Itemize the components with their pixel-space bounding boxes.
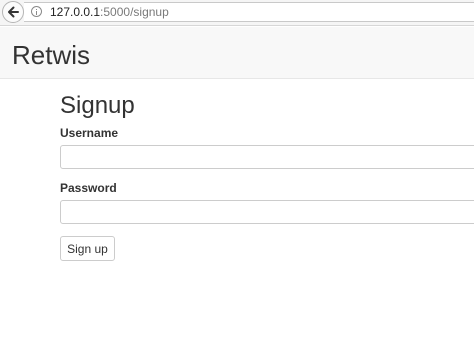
- username-label: Username: [60, 126, 119, 140]
- brand-link[interactable]: Retwis: [12, 40, 90, 70]
- arrow-left-icon: [8, 6, 19, 18]
- navbar: Retwis: [0, 27, 474, 79]
- info-icon[interactable]: [31, 6, 42, 17]
- password-field[interactable]: [60, 200, 474, 224]
- page-title: Signup: [60, 92, 135, 119]
- password-label: Password: [60, 181, 117, 195]
- sign-up-button[interactable]: Sign up: [60, 236, 115, 261]
- username-field[interactable]: [60, 145, 474, 169]
- url-host: 127.0.0.1: [50, 5, 101, 19]
- back-button[interactable]: [2, 1, 24, 23]
- browser-toolbar: 127.0.0.1:5000/signup: [0, 0, 474, 26]
- url-path: :5000/signup: [100, 5, 169, 19]
- url-text: 127.0.0.1:5000/signup: [50, 5, 169, 19]
- address-bar[interactable]: 127.0.0.1:5000/signup: [24, 2, 474, 22]
